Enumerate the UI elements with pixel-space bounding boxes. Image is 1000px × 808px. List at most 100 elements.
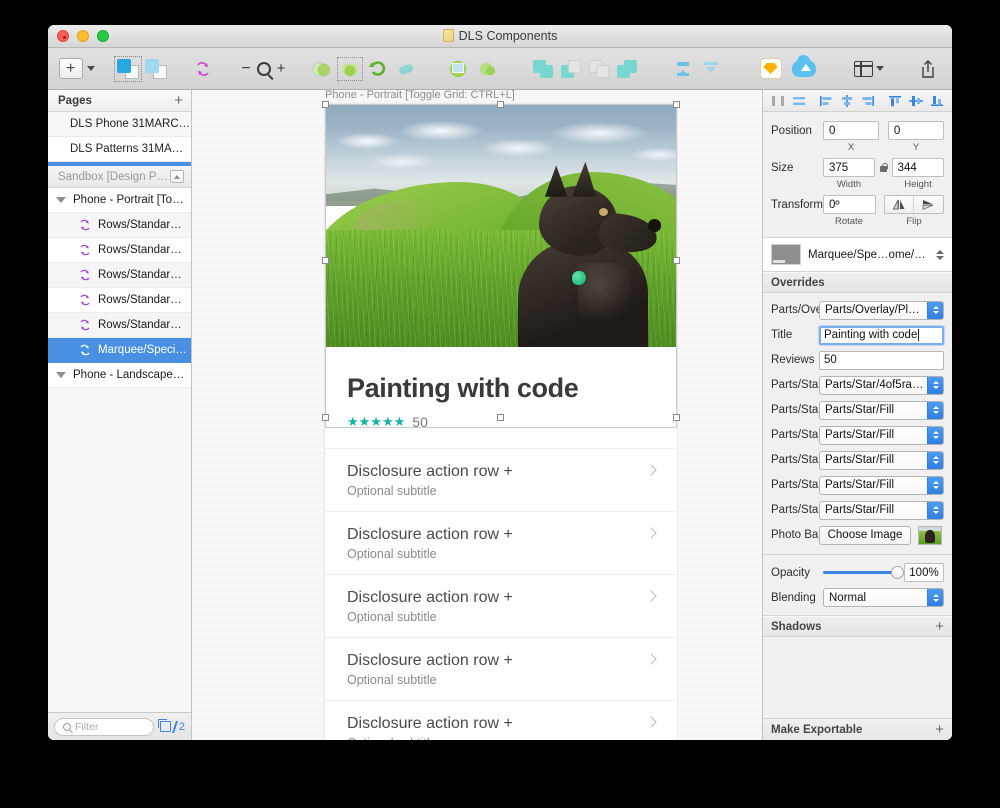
selection-handle-tr[interactable] — [673, 101, 680, 108]
search-input[interactable]: Filter — [54, 717, 154, 736]
canvas[interactable]: Phone - Portrait [Toggle Grid: CTRL+L] P… — [192, 90, 762, 740]
layer-row-rows-standard-1[interactable]: Rows/Standar… — [48, 213, 191, 238]
zoom-button[interactable] — [97, 30, 109, 42]
zoom-out-button[interactable]: − — [241, 60, 250, 78]
zoom-in-button[interactable]: + — [277, 60, 286, 77]
close-button[interactable] — [57, 30, 69, 42]
scale-button[interactable] — [473, 55, 501, 83]
opacity-value-input[interactable]: 100% — [904, 563, 944, 582]
marquee-title[interactable]: Painting with code — [325, 347, 677, 404]
add-export-button[interactable]: + — [935, 722, 944, 737]
list-item[interactable]: Disclosure action row + Optional subtitl… — [325, 638, 677, 701]
ungroup-button[interactable] — [697, 55, 725, 83]
union-button[interactable] — [308, 55, 336, 83]
group-button[interactable] — [669, 55, 697, 83]
star-rating[interactable]: ★★★★★ — [347, 414, 405, 430]
make-exportable-section[interactable]: Make Exportable + — [763, 718, 952, 740]
align-left-icon[interactable] — [815, 92, 836, 110]
selection-handle-br[interactable] — [673, 414, 680, 421]
choose-image-button[interactable]: Choose Image — [819, 525, 911, 545]
position-x-input[interactable]: 0 — [823, 121, 880, 140]
layer-count-badge[interactable]: 2 — [157, 719, 185, 733]
artboard-phone-portrait[interactable]: Painting with code ★★★★★ 50 Disclosure a… — [325, 104, 677, 740]
collapse-all-button[interactable] — [170, 170, 184, 183]
add-shadow-button[interactable]: + — [935, 619, 944, 634]
layer-row-marquee-special[interactable]: Marquee/Speci… — [48, 338, 191, 363]
override-popup[interactable]: Parts/Star/4of5rati… — [819, 375, 944, 395]
list-item[interactable]: Disclosure action row + Optional subtitl… — [325, 448, 677, 512]
symbol-master-selector[interactable]: Marquee/Spe…ome/Reviews — [763, 238, 952, 272]
rotate-copies-button[interactable] — [364, 55, 392, 83]
title-override-input[interactable]: Painting with code — [819, 325, 944, 345]
reviews-override-input[interactable]: 50 — [819, 350, 944, 370]
minimize-button[interactable] — [77, 30, 89, 42]
layer-list[interactable]: Phone - Portrait [Togg… Rows/Standar… Ro… — [48, 188, 191, 712]
override-popup[interactable]: Parts/Star/Fill — [819, 425, 944, 445]
chevron-down-icon[interactable] — [56, 197, 66, 203]
magnifier-icon[interactable] — [256, 61, 271, 76]
distribute-horizontally-icon[interactable] — [767, 92, 788, 110]
selection-handle-bl[interactable] — [322, 414, 329, 421]
cloud-upload-button[interactable] — [785, 55, 822, 83]
layer-row-rows-standard-2[interactable]: Rows/Standar… — [48, 238, 191, 263]
selection-handle-mr[interactable] — [673, 257, 680, 264]
proportions-lock-icon[interactable] — [879, 162, 889, 173]
align-horizontal-center-icon[interactable] — [836, 92, 857, 110]
sync-symbol-button[interactable] — [189, 55, 217, 83]
position-y-input[interactable]: 0 — [887, 121, 944, 140]
selection-handle-tc[interactable] — [497, 101, 504, 108]
artboard-label[interactable]: Phone - Portrait [Toggle Grid: CTRL+L] — [325, 90, 515, 101]
layer-row-phone-landscape[interactable]: Phone - Landscape [T… — [48, 363, 191, 388]
selection-handle-ml[interactable] — [322, 257, 329, 264]
layer-row-rows-standard-5[interactable]: Rows/Standar… — [48, 313, 191, 338]
symbol-stepper-icon[interactable] — [935, 247, 944, 262]
align-right-icon[interactable] — [857, 92, 878, 110]
override-popup[interactable]: Parts/Overlay/Plac… — [819, 300, 944, 320]
align-center-button[interactable] — [557, 55, 585, 83]
view-button[interactable] — [850, 55, 887, 83]
layer-row-phone-portrait[interactable]: Phone - Portrait [Togg… — [48, 188, 191, 213]
rotate-input[interactable]: 0º — [823, 195, 876, 214]
layer-row-rows-standard-3[interactable]: Rows/Standar… — [48, 263, 191, 288]
distribute-button[interactable] — [613, 55, 641, 83]
create-symbol-button[interactable] — [114, 55, 143, 83]
page-item-dls-patterns[interactable]: DLS Patterns 31MARC… — [48, 137, 191, 162]
image-override-thumbnail[interactable] — [918, 525, 942, 545]
distribute-vertically-icon[interactable] — [788, 92, 809, 110]
list-item[interactable]: Disclosure action row + Optional subtitl… — [325, 701, 677, 740]
insert-button[interactable]: + — [58, 55, 95, 83]
selection-handle-tl[interactable] — [322, 101, 329, 108]
flip-vertical-button[interactable] — [914, 196, 943, 213]
list-item[interactable]: Disclosure action row + Optional subtitl… — [325, 575, 677, 638]
sketch-cloud-button[interactable] — [757, 55, 785, 83]
override-popup[interactable]: Parts/Star/Fill — [819, 475, 944, 495]
mask-button[interactable] — [444, 55, 472, 83]
hero-photo[interactable] — [325, 104, 677, 347]
subtract-button[interactable] — [336, 55, 364, 83]
export-button[interactable] — [914, 55, 942, 83]
selection-handle-bc[interactable] — [497, 414, 504, 421]
page-item-dls-phone[interactable]: DLS Phone 31MARCH… — [48, 112, 191, 137]
layer-row-rows-standard-4[interactable]: Rows/Standar… — [48, 288, 191, 313]
align-top-icon[interactable] — [884, 92, 905, 110]
blending-popup[interactable]: Normal — [823, 588, 944, 607]
align-left-button[interactable] — [529, 55, 557, 83]
opacity-slider-knob[interactable] — [891, 566, 904, 579]
page-item-label: DLS Phone 31MARCH… — [70, 118, 191, 130]
align-right-button[interactable] — [585, 55, 613, 83]
list-item[interactable]: Disclosure action row + Optional subtitl… — [325, 512, 677, 575]
detach-symbol-button[interactable] — [142, 55, 170, 83]
size-width-input[interactable]: 375 — [823, 158, 876, 177]
override-popup[interactable]: Parts/Star/Fill — [819, 450, 944, 470]
add-page-button[interactable]: + — [174, 93, 183, 108]
size-height-input[interactable]: 344 — [891, 158, 944, 177]
override-popup[interactable]: Parts/Star/Fill — [819, 500, 944, 520]
review-count[interactable]: 50 — [412, 414, 428, 430]
flatten-button[interactable] — [392, 55, 420, 83]
opacity-slider[interactable] — [823, 566, 904, 579]
chevron-down-icon[interactable] — [56, 372, 66, 378]
align-vertical-center-icon[interactable] — [905, 92, 926, 110]
align-bottom-icon[interactable] — [926, 92, 947, 110]
override-popup[interactable]: Parts/Star/Fill — [819, 400, 944, 420]
flip-horizontal-button[interactable] — [885, 196, 915, 213]
